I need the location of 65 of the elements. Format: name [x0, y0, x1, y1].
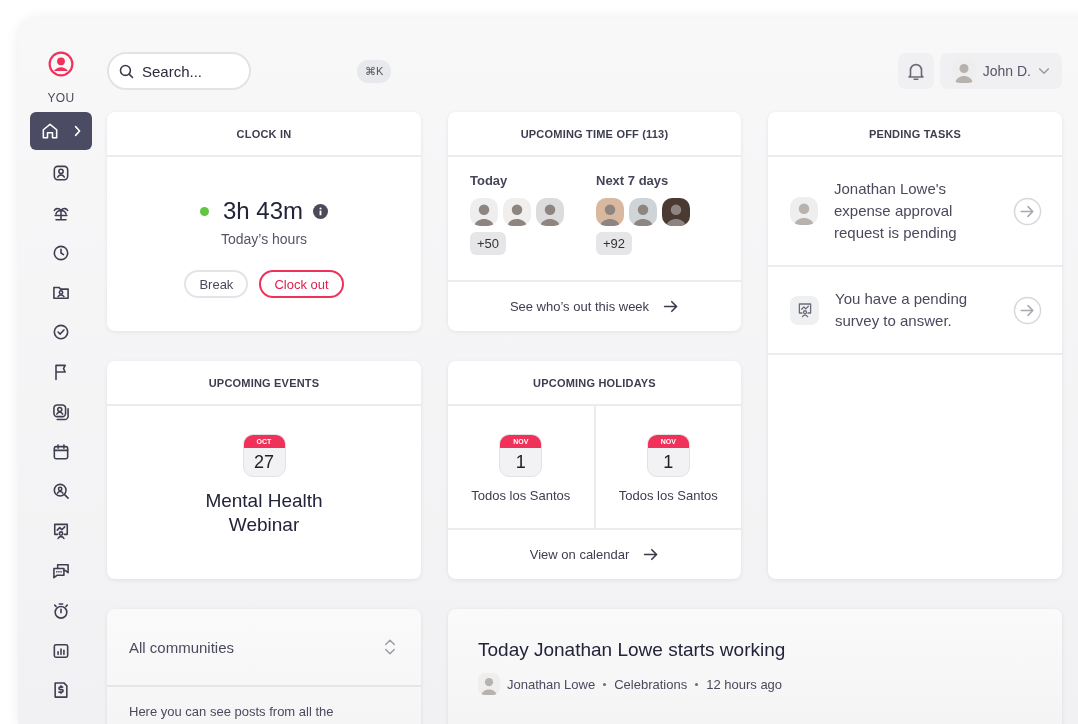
chevron-right-icon — [74, 125, 82, 137]
post-meta: 12 hours ago — [706, 676, 783, 692]
group-label: Next 7 days — [596, 173, 669, 188]
more-count: +92 — [596, 232, 633, 255]
card-title: CLOCK IN — [107, 112, 421, 157]
clock-out-button[interactable]: Clock out — [259, 270, 344, 298]
task-text: You have a pending survey to answer. — [835, 289, 969, 331]
communities-description: Here you can see posts from all the — [129, 704, 335, 719]
sort-chevrons-icon — [384, 638, 396, 656]
break-button[interactable]: Break — [184, 270, 249, 298]
avatar — [470, 198, 498, 226]
nav-button[interactable] — [30, 112, 92, 150]
view-calendar-link[interactable]: View on calendar — [448, 528, 741, 579]
card-title: UPCOMING EVENTS — [107, 361, 421, 406]
card-title: PENDING TASKS — [768, 112, 1062, 157]
info-icon[interactable] — [313, 203, 329, 219]
calendar-day: 27 — [254, 448, 274, 476]
avatar — [596, 198, 624, 226]
keyboard-shortcut: ⌘K — [357, 59, 392, 83]
avatar — [536, 198, 564, 226]
arrow-right-icon — [663, 300, 680, 313]
post-meta: Celebrations — [614, 676, 688, 692]
task-text: Jonathan Lowe's expense approval request is pending — [834, 179, 958, 243]
see-whos-out-link[interactable]: See who’s out this week — [448, 280, 741, 331]
search-field[interactable]: Search... — [107, 52, 251, 90]
hours-label: Today’s hours — [220, 231, 308, 247]
holiday-name: Todos los Santos — [471, 488, 571, 503]
card-title: UPCOMING HOLIDAYS — [448, 361, 741, 406]
more-count: +50 — [470, 232, 507, 255]
stacked-cards-icon — [51, 401, 71, 422]
calendar-day: 1 — [663, 448, 674, 476]
id-card-icon — [51, 163, 71, 183]
separator-dot — [695, 682, 699, 686]
hours-value: 3h 43m — [222, 197, 304, 225]
holiday-name: Todos los Santos — [618, 488, 718, 503]
user-menu-button[interactable]: John D. — [939, 53, 1062, 89]
post-title: Today Jonathan Lowe starts working — [478, 639, 787, 661]
task-item[interactable]: Jonathan Lowe's expense approval request is pending — [768, 157, 1062, 267]
calendar-icon — [51, 441, 71, 462]
event-name: Mental Health Webinar — [204, 489, 324, 537]
group-label: Today — [470, 173, 508, 188]
calendar-day: 1 — [515, 448, 526, 476]
card-title: UPCOMING TIME OFF (113) — [448, 112, 741, 157]
communities-dropdown[interactable]: All communities — [107, 609, 421, 687]
stopwatch-icon — [51, 600, 71, 621]
separator-dot — [603, 682, 607, 686]
presentation-icon — [790, 295, 819, 325]
avatar — [951, 59, 976, 83]
notifications-button[interactable] — [897, 53, 934, 89]
avatar — [662, 198, 690, 226]
profile-label: YOU — [47, 91, 75, 105]
person-search-icon — [51, 481, 71, 502]
avatar — [790, 197, 818, 225]
profile-icon[interactable] — [48, 51, 74, 77]
avatar — [478, 673, 500, 695]
task-item[interactable]: You have a pending survey to answer. — [768, 267, 1062, 355]
arrow-right-icon — [643, 548, 660, 561]
home-icon — [40, 121, 60, 141]
chevron-down-icon — [1038, 66, 1050, 76]
avatar — [503, 198, 531, 226]
presentation-icon — [51, 521, 71, 542]
avatar — [629, 198, 657, 226]
search-icon — [118, 63, 135, 80]
dollar-document-icon — [51, 680, 71, 701]
post-meta: Jonathan Lowe — [507, 676, 596, 692]
